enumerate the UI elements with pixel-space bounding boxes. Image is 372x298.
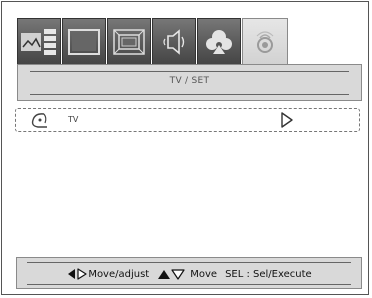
move-adjust-label: Move/adjust (88, 268, 150, 280)
left-right-arrows-icon (68, 268, 87, 280)
setup-icon (206, 29, 232, 54)
divider (27, 262, 351, 263)
tab-display-adjust[interactable] (107, 18, 151, 64)
tv-setup-icon (256, 30, 274, 53)
right-arrow-icon[interactable] (280, 111, 294, 133)
panel-title: TV / SET (169, 76, 210, 86)
select-label: SEL : Sel/Execute (225, 268, 312, 280)
divider (27, 284, 351, 285)
move-label: Move (190, 268, 218, 280)
help-content: Move/adjust Move SEL : Sel/Execute (17, 267, 361, 281)
tab-setup[interactable] (197, 18, 241, 64)
tab-screen[interactable] (62, 18, 106, 64)
menu-tab-bar (17, 18, 362, 64)
list-item-tv[interactable]: TV (15, 108, 360, 132)
divider (30, 71, 349, 72)
list-item-label: TV (68, 115, 79, 124)
display-adjust-icon (113, 28, 145, 55)
picture-icon (21, 28, 56, 55)
divider (30, 94, 349, 95)
panel-header: TV / SET (17, 64, 362, 101)
up-down-arrows-icon (158, 269, 185, 280)
audio-speaker-icon (163, 28, 185, 55)
screen-icon (68, 28, 100, 55)
tab-tv-setup[interactable] (242, 18, 288, 64)
tv-item-icon (28, 111, 52, 133)
tab-audio[interactable] (152, 18, 196, 64)
help-bar: Move/adjust Move SEL : Sel/Execute (16, 257, 362, 289)
tab-picture[interactable] (17, 18, 61, 64)
